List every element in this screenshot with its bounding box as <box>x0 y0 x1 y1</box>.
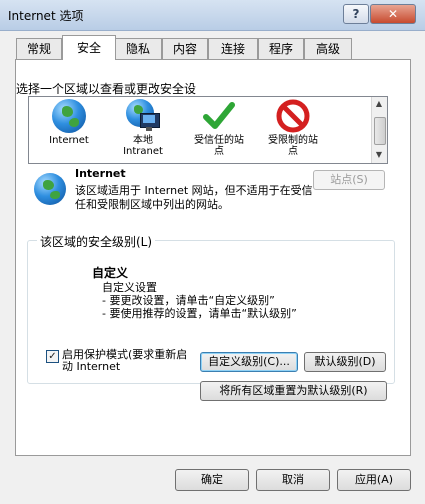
help-button[interactable]: ? <box>343 4 369 24</box>
apply-button[interactable]: 应用(A) <box>337 469 411 491</box>
zone-item-restricted-sites[interactable]: 受限制的站 点 <box>257 99 329 157</box>
scroll-down-icon[interactable]: ▼ <box>374 150 384 160</box>
zone-item-local-intranet[interactable]: 本地 Intranet <box>107 99 179 157</box>
tab-content[interactable]: 内容 <box>162 38 208 59</box>
default-level-button[interactable]: 默认级别(D) <box>304 352 386 372</box>
security-level-group-title: 该区域的安全级别(L) <box>37 233 156 250</box>
intranet-icon <box>126 99 160 133</box>
window-title: Internet 选项 <box>8 9 84 23</box>
zone-item-trusted-sites[interactable]: 受信任的站 点 <box>183 99 255 157</box>
selected-zone-name: Internet <box>75 167 126 180</box>
tab-security[interactable]: 安全 <box>62 35 116 60</box>
zone-heading: 选择一个区域以查看或更改安全设 <box>16 82 197 96</box>
custom-level-button[interactable]: 自定义级别(C)... <box>200 352 298 372</box>
close-button[interactable]: ✕ <box>370 4 416 24</box>
tab-general[interactable]: 常规 <box>16 38 62 59</box>
zone-label: 受信任的站 点 <box>194 135 244 157</box>
zone-label: 本地 Intranet <box>123 135 163 157</box>
cancel-button[interactable]: 取消 <box>256 469 330 491</box>
tab-privacy[interactable]: 隐私 <box>114 38 162 59</box>
zone-item-internet[interactable]: Internet <box>33 99 105 146</box>
zone-label: Internet <box>49 135 89 146</box>
security-level-description: 自定义设置 - 要更改设置，请单击“自定义级别” - 要使用推荐的设置，请单击“… <box>102 281 297 320</box>
ok-button[interactable]: 确定 <box>175 469 249 491</box>
protected-mode-label[interactable]: 启用保护模式(要求重新启动 Internet <box>62 349 197 373</box>
sites-button[interactable]: 站点(S) <box>313 170 385 190</box>
globe-icon <box>52 99 86 133</box>
scroll-up-icon[interactable]: ▲ <box>374 99 384 109</box>
protected-mode-checkbox[interactable]: ✓ <box>46 350 59 363</box>
selected-zone-globe-icon <box>34 173 66 205</box>
security-level-name: 自定义 <box>92 266 129 280</box>
reset-all-zones-button[interactable]: 将所有区域重置为默认级别(R) <box>200 381 387 401</box>
zone-label: 受限制的站 点 <box>268 135 318 157</box>
scroll-thumb[interactable] <box>374 117 386 145</box>
checkmark-icon <box>202 99 236 133</box>
tab-programs[interactable]: 程序 <box>258 38 304 59</box>
tab-connections[interactable]: 连接 <box>208 38 258 59</box>
zone-list-scrollbar[interactable]: ▲ ▼ <box>371 97 387 163</box>
title-bar: Internet 选项 ? ✕ <box>0 0 425 31</box>
zone-list[interactable]: Internet 本地 Intranet 受信任的站 点 受限制的站 点 ▲ ▼ <box>28 96 388 164</box>
selected-zone-description: 该区域适用于 Internet 网站，但不适用于在受信任和受限制区域中列出的网站… <box>75 184 313 211</box>
prohibited-icon <box>276 99 310 133</box>
tab-advanced[interactable]: 高级 <box>304 38 352 59</box>
